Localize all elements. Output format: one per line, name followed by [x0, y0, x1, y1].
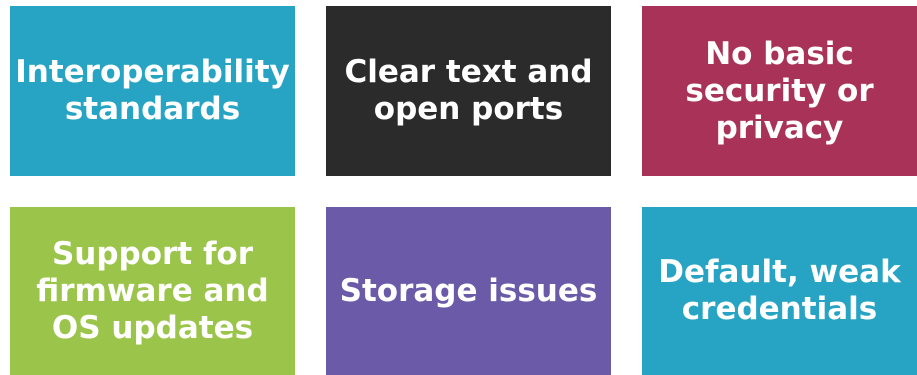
tile-label: No basic security or privacy [685, 35, 874, 146]
tile-support-firmware-os-updates: Support for firmware and OS updates [10, 207, 295, 375]
tile-label: Support for firmware and OS updates [36, 235, 269, 346]
tile-label: Clear text and open ports [344, 54, 593, 127]
tile-default-weak-credentials: Default, weak credentials [642, 207, 917, 375]
tile-label: Interoperability standards [15, 54, 290, 127]
tile-label: Default, weak credentials [658, 254, 901, 327]
tile-label: Storage issues [339, 272, 598, 309]
tile-clear-text-open-ports: Clear text and open ports [326, 6, 611, 176]
tile-no-basic-security-privacy: No basic security or privacy [642, 6, 917, 176]
slide-board: Interoperability standards Clear text an… [0, 0, 917, 375]
tile-interoperability-standards: Interoperability standards [10, 6, 295, 176]
tile-storage-issues: Storage issues [326, 207, 611, 375]
